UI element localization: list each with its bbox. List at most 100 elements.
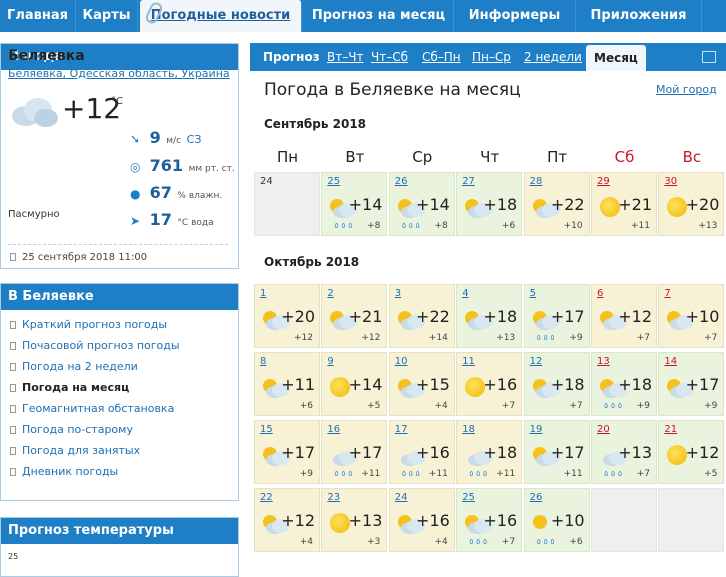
day-number[interactable]: 4 (462, 288, 468, 299)
calendar-day[interactable]: 20 ٥ ٥ ٥ +13 +7 (591, 420, 657, 484)
tab-2-weeks[interactable]: 2 недели (524, 43, 582, 71)
calendar-day[interactable]: 3 +22 +14 (388, 284, 455, 348)
tab-tue-thu[interactable]: Вт–Чт (327, 43, 363, 71)
calendar-day[interactable]: 9 +14 +5 (321, 352, 388, 416)
breadcrumb-oblast[interactable]: Одесская область (70, 67, 175, 80)
day-number[interactable]: 6 (597, 288, 603, 299)
calendar-day[interactable]: 23 +13 +3 (321, 488, 388, 552)
calendar-day[interactable]: 14 +17 +9 (658, 352, 725, 416)
calendar-day[interactable]: 17 ٥ ٥ ٥ +16 +11 (388, 420, 455, 484)
day-number[interactable]: 26 (395, 176, 408, 187)
document-icon (10, 342, 16, 350)
day-number[interactable]: 11 (462, 356, 475, 367)
print-icon[interactable] (702, 51, 716, 63)
calendar-day[interactable]: 10 +15 +4 (388, 352, 455, 416)
local-menu-title: В Беляевке (1, 284, 238, 310)
calendar-day[interactable]: 28 +22 +10 (523, 172, 590, 236)
tab-thu-sat[interactable]: Чт–Сб (371, 43, 408, 71)
day-number[interactable]: 25 (327, 176, 340, 187)
calendar-day[interactable]: 30 +20 +13 (658, 172, 725, 236)
day-number[interactable]: 15 (260, 424, 273, 435)
nav-informers[interactable]: Информеры (454, 0, 576, 32)
night-temperature: +7 (704, 333, 718, 343)
nav-weather-news[interactable]: Погодные новости (140, 0, 302, 32)
day-number[interactable]: 21 (664, 424, 677, 435)
calendar-day[interactable]: 2 +21 +12 (321, 284, 388, 348)
calendar-day[interactable]: 16 ٥ ٥ ٥ +17 +11 (321, 420, 388, 484)
calendar-day[interactable]: 12 +18 +7 (523, 352, 590, 416)
calendar-day[interactable]: 25 ٥ ٥ ٥ +16 +7 (456, 488, 523, 552)
day-number[interactable]: 9 (327, 356, 333, 367)
nav-home[interactable]: Главная (0, 0, 76, 32)
day-number[interactable]: 23 (327, 492, 340, 503)
my-city-link[interactable]: Мой город (656, 83, 717, 96)
day-number[interactable]: 5 (530, 288, 536, 299)
wind-unit: м/с (166, 136, 182, 146)
calendar-day[interactable]: 26 ٥ ٥ ٥ +10 +6 (523, 488, 590, 552)
sidebar-item[interactable]: Погода для занятых (10, 444, 140, 457)
calendar-day[interactable]: 7 +10 +7 (658, 284, 725, 348)
calendar-day[interactable]: 1 +20 +12 (254, 284, 320, 348)
sidebar-item[interactable]: Дневник погоды (10, 465, 118, 478)
calendar-day[interactable]: 11 +16 +7 (456, 352, 523, 416)
day-temperature: +12 (618, 307, 652, 326)
sidebar-item[interactable]: Погода на месяц (10, 381, 129, 394)
calendar-day[interactable]: 8 +11 +6 (254, 352, 320, 416)
calendar-day[interactable]: 19 +17 +11 (523, 420, 590, 484)
day-number[interactable]: 14 (664, 356, 677, 367)
day-number[interactable]: 29 (597, 176, 610, 187)
tab-mon-wed[interactable]: Пн–Ср (472, 43, 511, 71)
calendar-day[interactable]: 4 +18 +13 (456, 284, 523, 348)
calendar-day[interactable]: 29 +21 +11 (591, 172, 657, 236)
calendar-day[interactable]: 5 ٥ ٥ ٥ +17 +9 (523, 284, 590, 348)
nav-apps[interactable]: Приложения (576, 0, 702, 32)
day-number[interactable]: 30 (664, 176, 677, 187)
day-number[interactable]: 1 (260, 288, 266, 299)
sidebar-item[interactable]: Погода на 2 недели (10, 360, 138, 373)
calendar-day[interactable]: 18 ٥ ٥ ٥ +18 +11 (456, 420, 523, 484)
breadcrumb-town[interactable]: Беляевка (8, 67, 63, 80)
calendar-day[interactable]: 13 ٥ ٥ ٥ +18 +9 (591, 352, 657, 416)
sidebar-item[interactable]: Геомагнитная обстановка (10, 402, 174, 415)
sidebar-item[interactable]: Погода по-старому (10, 423, 133, 436)
day-number[interactable]: 20 (597, 424, 610, 435)
tab-month[interactable]: Месяц (586, 45, 646, 71)
day-number[interactable]: 27 (462, 176, 475, 187)
day-number[interactable]: 18 (462, 424, 475, 435)
tab-sat-mon[interactable]: Сб–Пн (422, 43, 461, 71)
day-number[interactable]: 16 (327, 424, 340, 435)
day-number[interactable]: 2 (327, 288, 333, 299)
calendar-day[interactable]: 25 ٥ ٥ ٥ +14 +8 (321, 172, 388, 236)
forecast-scale-label: 25 (8, 552, 19, 561)
day-number[interactable]: 26 (530, 492, 543, 503)
sidebar-item[interactable]: Краткий прогноз погоды (10, 318, 167, 331)
nav-maps[interactable]: Карты (76, 0, 138, 32)
calendar-day[interactable]: 26 ٥ ٥ ٥ +14 +8 (388, 172, 455, 236)
day-number[interactable]: 25 (462, 492, 475, 503)
nav-month-forecast[interactable]: Прогноз на месяц (304, 0, 454, 32)
day-number[interactable]: 19 (530, 424, 543, 435)
sidebar-item-label: Погода для занятых (22, 444, 141, 457)
calendar-day[interactable]: 22 +12 +4 (254, 488, 320, 552)
day-number[interactable]: 8 (260, 356, 266, 367)
sidebar-item[interactable]: Почасовой прогноз погоды (10, 339, 180, 352)
day-number[interactable]: 24 (395, 492, 408, 503)
day-number[interactable]: 10 (395, 356, 408, 367)
day-number[interactable]: 28 (530, 176, 543, 187)
calendar-day[interactable]: 6 +12 +7 (591, 284, 657, 348)
sidebar-item-label: Почасовой прогноз погоды (22, 339, 180, 352)
day-number[interactable]: 7 (664, 288, 670, 299)
day-number[interactable]: 3 (395, 288, 401, 299)
document-icon (10, 468, 16, 476)
calendar-day[interactable]: 24 +16 +4 (388, 488, 455, 552)
breadcrumb-country[interactable]: Украина (181, 67, 229, 80)
day-temperature: +14 (348, 195, 383, 214)
calendar-day[interactable]: 21 +12 +5 (658, 420, 725, 484)
day-number[interactable]: 12 (530, 356, 543, 367)
day-number[interactable]: 17 (395, 424, 408, 435)
day-number[interactable]: 13 (597, 356, 610, 367)
calendar-day[interactable]: 15 +17 +9 (254, 420, 320, 484)
day-number[interactable]: 22 (260, 492, 273, 503)
tab-forecast[interactable]: Прогноз (263, 43, 320, 71)
calendar-day[interactable]: 27 +18 +6 (456, 172, 523, 236)
